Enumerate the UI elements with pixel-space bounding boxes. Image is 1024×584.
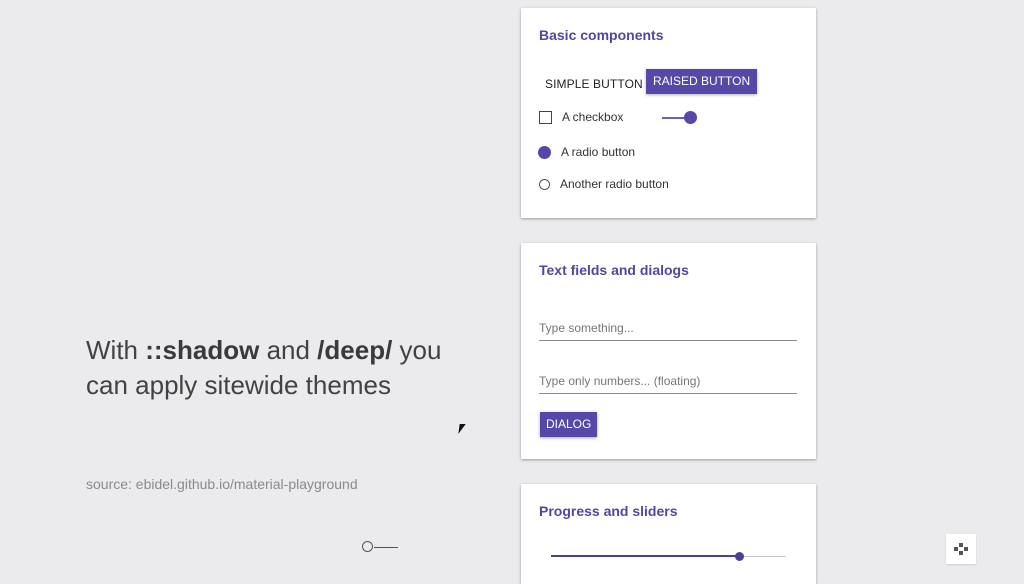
progress-sliders-card: Progress and sliders: [521, 484, 816, 584]
checkbox-row[interactable]: A checkbox: [539, 110, 623, 124]
radio-label: Another radio button: [560, 177, 669, 191]
dialog-button[interactable]: DIALOG: [540, 412, 598, 437]
gamepad-icon[interactable]: [946, 534, 976, 564]
card-title: Text fields and dialogs: [539, 262, 689, 278]
mouse-cursor-icon: [458, 424, 466, 434]
card-title: Basic components: [539, 27, 664, 43]
text-field-1: [539, 318, 797, 341]
headline-part: and: [259, 335, 318, 365]
slide-text: With ::shadow and /deep/ you can apply s…: [86, 333, 486, 403]
mini-toggle-knob: [362, 541, 373, 552]
toggle-switch[interactable]: [662, 111, 702, 125]
checkbox-label: A checkbox: [562, 110, 624, 124]
basic-components-card: Basic components SIMPLE BUTTON RAISED BU…: [521, 8, 816, 218]
text-fields-card: Text fields and dialogs DIALOG: [521, 243, 816, 459]
mini-toggle-icon: [362, 541, 402, 553]
radio-button-selected[interactable]: [538, 145, 551, 159]
radio-button[interactable]: [539, 178, 550, 190]
headline-deep: /deep/: [317, 335, 393, 365]
slider[interactable]: [551, 551, 786, 563]
slider-thumb[interactable]: [735, 552, 744, 561]
toggle-thumb[interactable]: [684, 111, 697, 124]
text-input[interactable]: [539, 318, 797, 338]
radio-row-1[interactable]: A radio button: [538, 145, 636, 159]
headline-part: With: [86, 335, 146, 365]
mini-toggle-line: [374, 547, 398, 548]
text-field-2: [539, 371, 797, 394]
radio-label: A radio button: [561, 145, 636, 159]
gamepad-glyph: [954, 543, 968, 555]
slide-headline: With ::shadow and /deep/ you can apply s…: [86, 333, 486, 403]
slider-fill: [551, 555, 739, 557]
number-input[interactable]: [539, 371, 797, 391]
raised-button[interactable]: RAISED BUTTON: [646, 69, 758, 94]
card-title: Progress and sliders: [539, 503, 678, 519]
source-credit: source: ebidel.github.io/material-playgr…: [86, 476, 358, 492]
radio-row-2[interactable]: Another radio button: [539, 177, 669, 191]
headline-shadow: ::shadow: [145, 335, 260, 365]
simple-button[interactable]: SIMPLE BUTTON: [537, 70, 651, 98]
checkbox[interactable]: [539, 110, 552, 124]
